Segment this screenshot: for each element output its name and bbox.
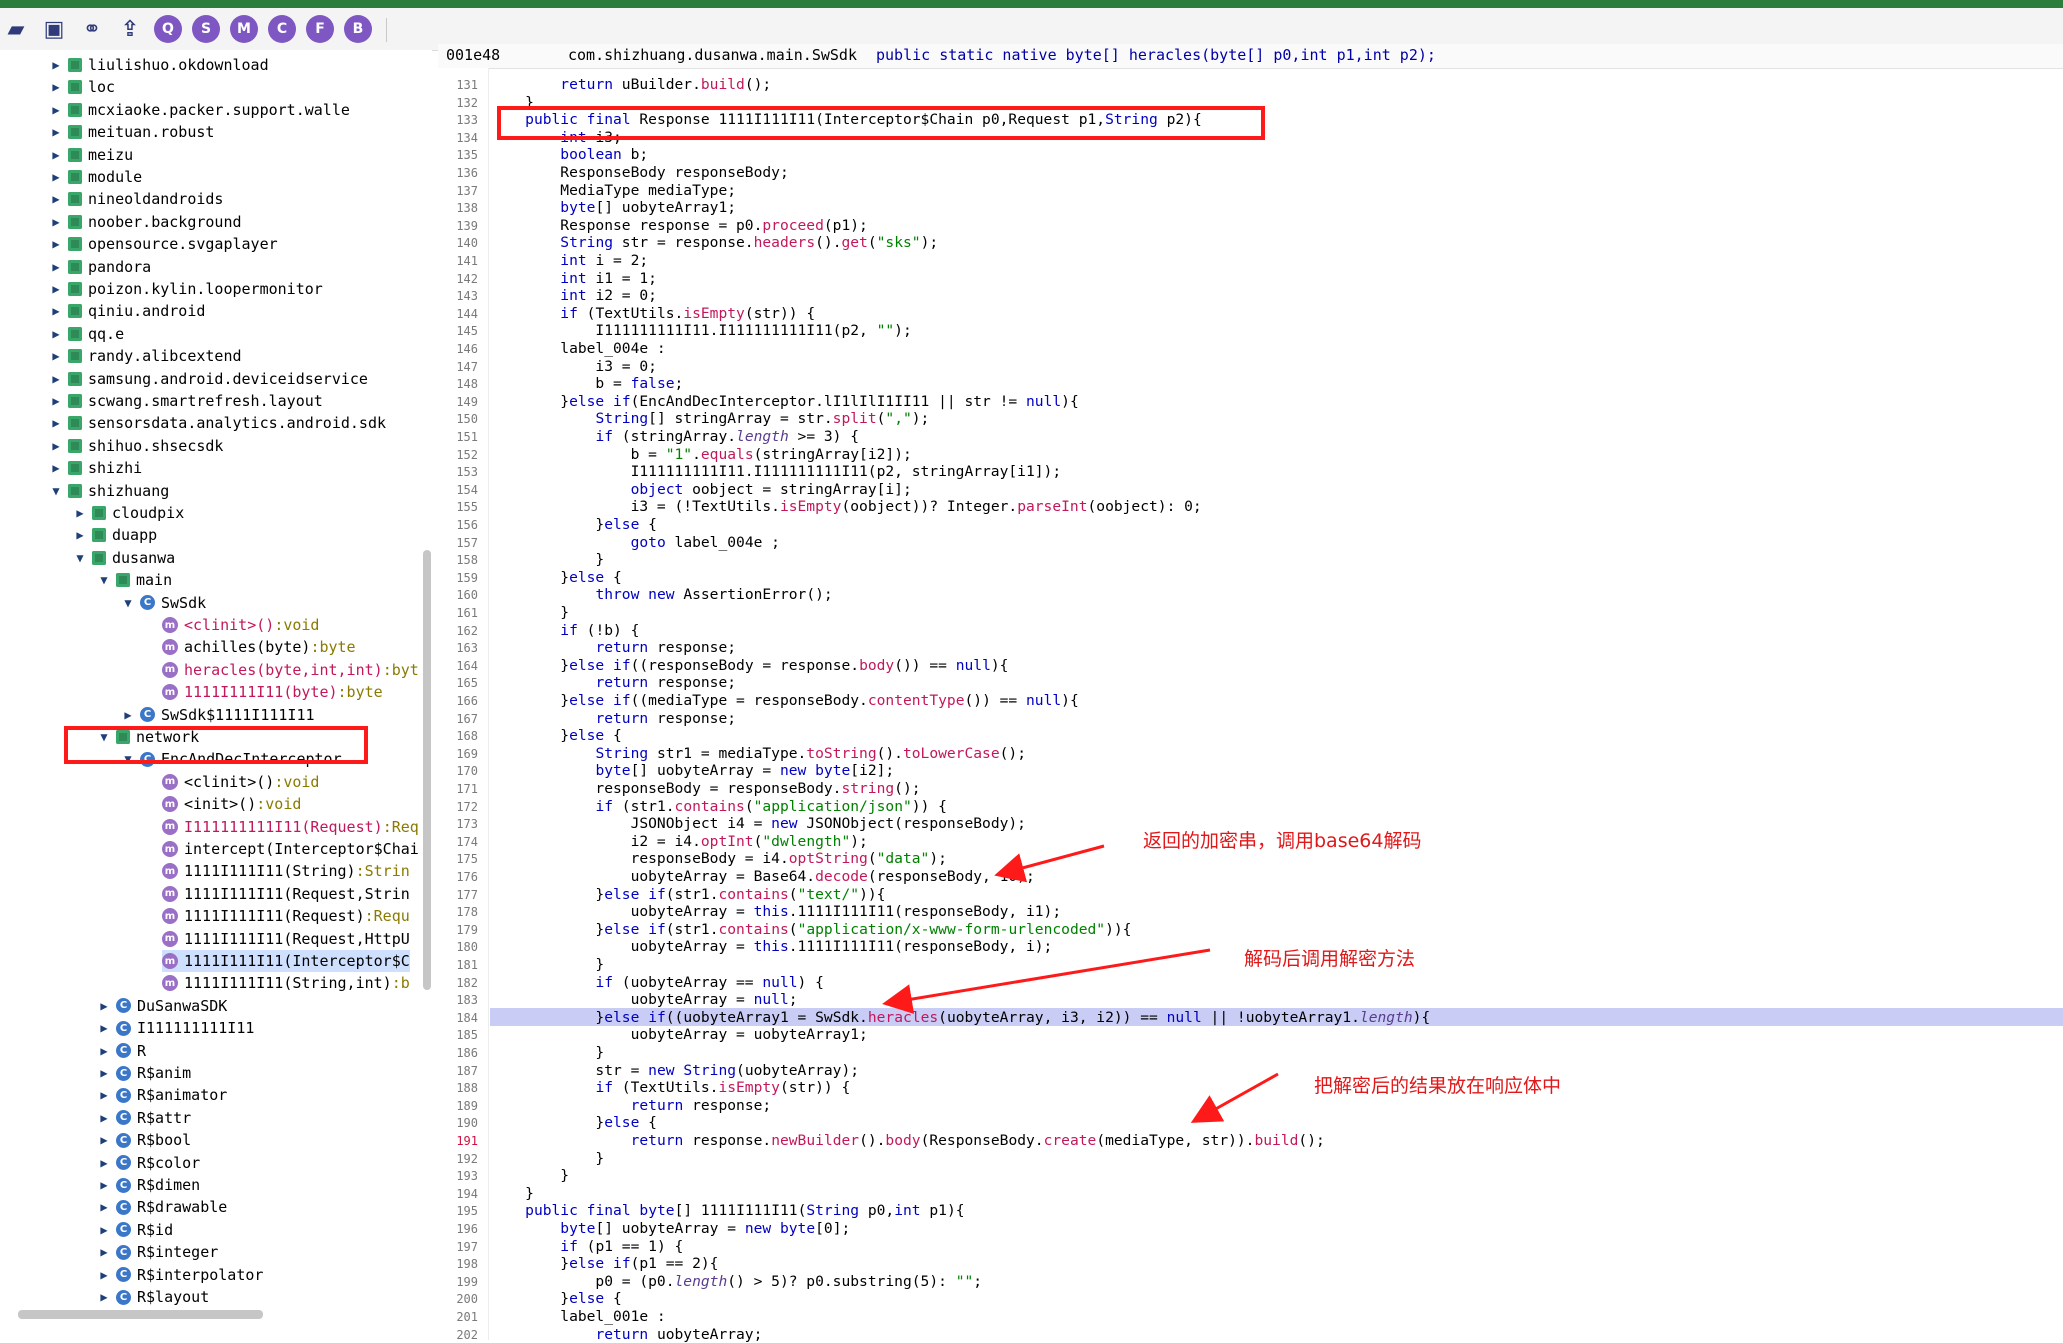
- arrow-decrypt: [882, 948, 1211, 1014]
- arrow-base64: [994, 844, 1105, 883]
- arrow-result: [1190, 1072, 1279, 1123]
- annotation-arrows: [882, 844, 1279, 1123]
